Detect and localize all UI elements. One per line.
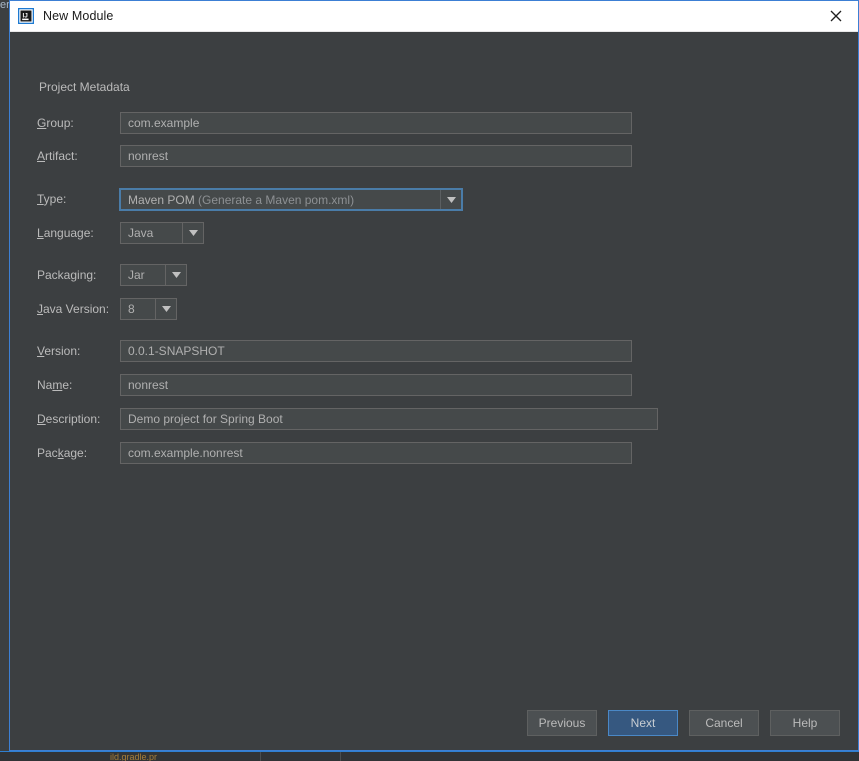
background-window-fragment-bottom: ild.gradle.pr [0, 751, 859, 761]
label-name: Name: [37, 378, 73, 392]
label-type: Type: [37, 192, 67, 206]
close-button[interactable] [813, 1, 858, 30]
name-input[interactable] [120, 374, 632, 396]
java-version-combobox-value: 8 [128, 302, 135, 316]
label-packaging: Packaging: [37, 268, 97, 282]
label-java-version: Java Version: [37, 302, 110, 316]
close-icon [830, 10, 841, 21]
cancel-button[interactable]: Cancel [689, 710, 759, 736]
label-package: Package: [37, 446, 88, 460]
svg-text:IJ: IJ [23, 12, 29, 19]
chevron-down-icon [161, 306, 171, 312]
label-language: Language: [37, 226, 94, 240]
intellij-idea-icon: IJ [18, 8, 34, 24]
section-title: Project Metadata [39, 80, 130, 94]
label-artifact: Artifact: [37, 149, 78, 163]
label-group: Group: [37, 116, 74, 130]
artifact-input[interactable] [120, 145, 632, 167]
type-combobox-value: Maven POM (Generate a Maven pom.xml) [128, 193, 355, 207]
previous-button[interactable]: Previous [527, 710, 597, 736]
package-input[interactable] [120, 442, 632, 464]
chevron-down-icon [446, 196, 456, 203]
next-button[interactable]: Next [608, 710, 678, 736]
group-input[interactable] [120, 112, 632, 134]
type-combobox-arrow[interactable] [440, 190, 461, 209]
version-input[interactable] [120, 340, 632, 362]
chevron-down-icon [188, 230, 198, 236]
dialog-footer: Previous Next Cancel Help [527, 710, 840, 736]
help-button[interactable]: Help [770, 710, 840, 736]
language-combobox-arrow[interactable] [182, 223, 203, 243]
description-input[interactable] [120, 408, 658, 430]
packaging-combobox-arrow[interactable] [165, 265, 186, 285]
language-combobox-value: Java [128, 226, 154, 240]
background-cell [260, 752, 341, 761]
label-version: Version: [37, 344, 81, 358]
type-combobox[interactable]: Maven POM (Generate a Maven pom.xml) [119, 188, 463, 211]
dialog-title: New Module [43, 9, 114, 23]
dialog-content: Project Metadata Group: Artifact: Type: … [10, 32, 858, 750]
packaging-combobox[interactable]: Jar [120, 264, 187, 286]
language-combobox[interactable]: Java [120, 222, 204, 244]
new-module-dialog: IJ New Module Project Metadata Group: Ar… [9, 0, 859, 751]
dialog-titlebar: IJ New Module [10, 0, 858, 32]
java-version-combobox-arrow[interactable] [155, 299, 176, 319]
chevron-down-icon [171, 272, 181, 278]
background-text-fragment: ild.gradle.pr [110, 752, 158, 761]
packaging-combobox-value: Jar [128, 268, 145, 282]
java-version-combobox[interactable]: 8 [120, 298, 177, 320]
label-description: Description: [37, 412, 101, 426]
background-cell [80, 752, 261, 761]
